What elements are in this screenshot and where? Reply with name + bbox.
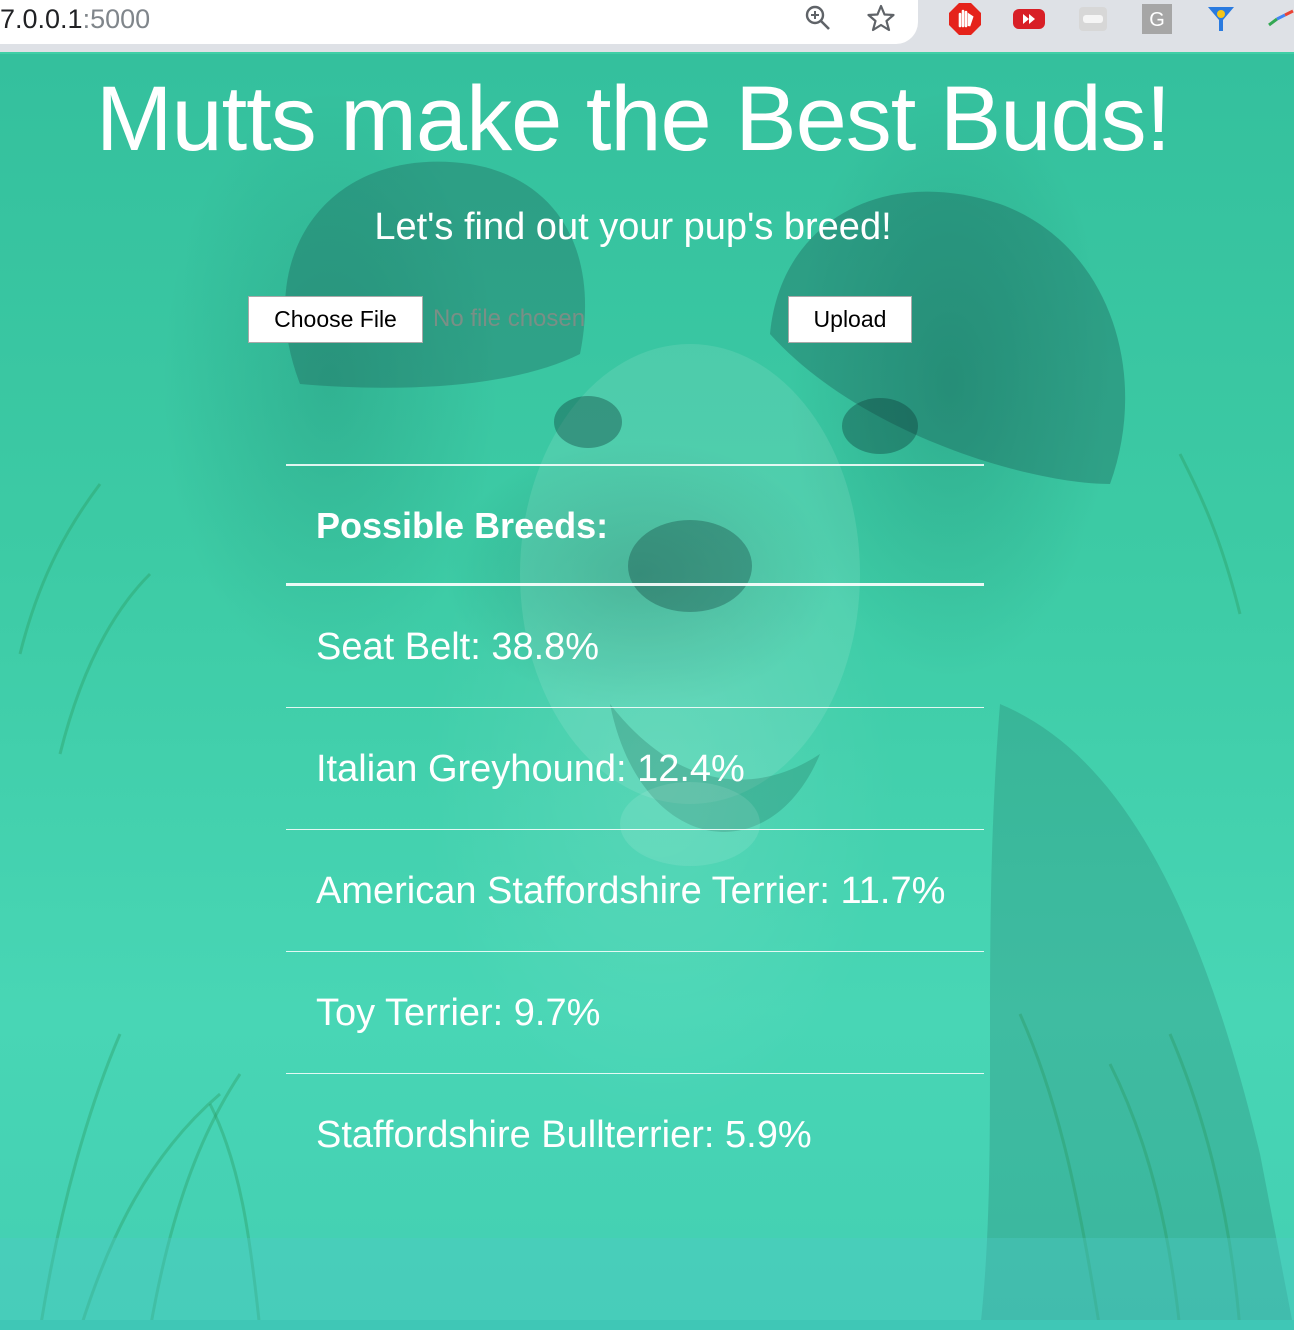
upload-button[interactable]: Upload	[788, 296, 912, 343]
breed-row: Seat Belt: 38.8%	[286, 586, 984, 708]
breed-row: Italian Greyhound: 12.4%	[286, 708, 984, 830]
breed-row: Toy Terrier: 9.7%	[286, 952, 984, 1074]
extension-box-icon[interactable]	[1076, 2, 1110, 36]
star-icon[interactable]	[865, 2, 897, 34]
address-bar[interactable]: 7.0.0.1:5000	[0, 0, 918, 44]
file-status-text: No file chosen	[433, 305, 586, 332]
url-port: :5000	[82, 4, 151, 34]
url-host: 7.0.0.1	[0, 4, 83, 34]
breed-row: Staffordshire Bullterrier: 5.9%	[316, 1114, 812, 1156]
breed-row: American Staffordshire Terrier: 11.7%	[286, 830, 984, 952]
adblock-icon[interactable]	[948, 2, 982, 36]
results-table: Possible Breeds: Seat Belt: 38.8% Italia…	[286, 464, 984, 1196]
page-subtitle: Let's find out your pup's breed!	[374, 206, 892, 248]
bottom-strip	[0, 1320, 1294, 1330]
youtube-icon[interactable]	[1012, 2, 1046, 36]
funnel-icon[interactable]	[1204, 2, 1238, 36]
url-text[interactable]: 7.0.0.1:5000	[0, 2, 150, 36]
slash-icon[interactable]	[1262, 2, 1294, 36]
page-title: Mutts make the Best Buds!	[95, 68, 1171, 170]
page-background: Mutts make the Best Buds! Let's find out…	[0, 54, 1294, 1330]
grammarly-icon[interactable]: G	[1140, 2, 1174, 36]
browser-toolbar: 7.0.0.1:5000 G	[0, 0, 1294, 52]
footer-band	[0, 1238, 1294, 1320]
results-header: Possible Breeds:	[286, 466, 984, 586]
zoom-icon[interactable]	[802, 2, 834, 34]
choose-file-button[interactable]: Choose File	[248, 296, 423, 343]
svg-text:G: G	[1149, 9, 1165, 31]
